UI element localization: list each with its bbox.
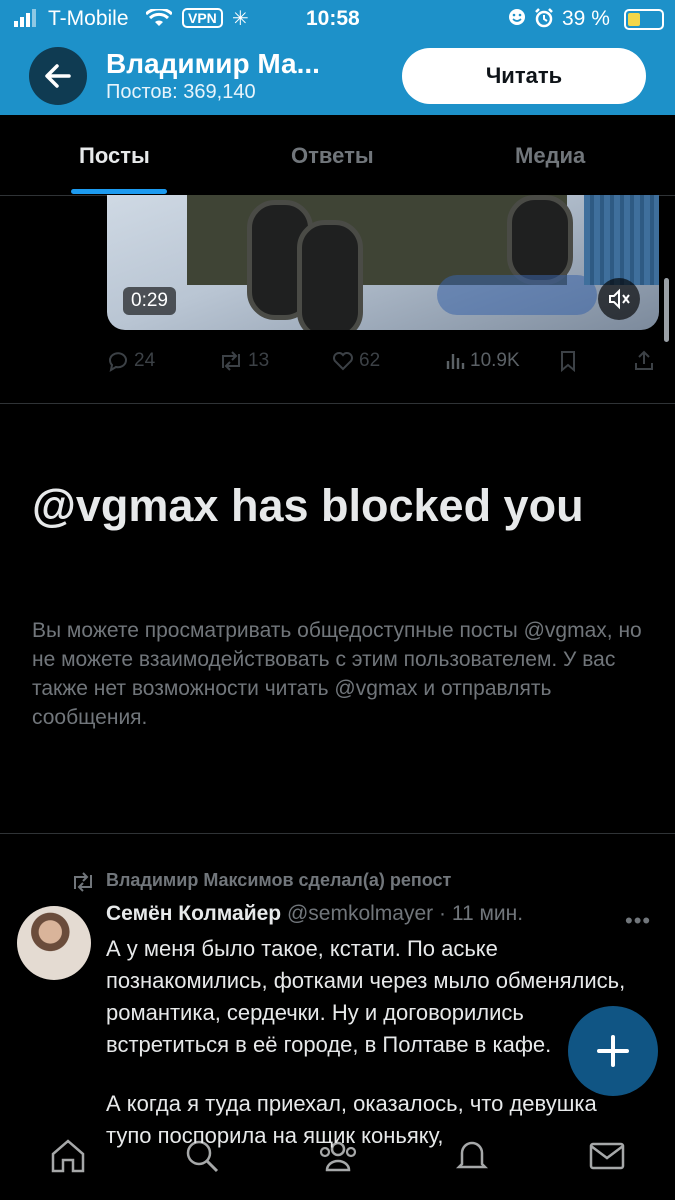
repost-action[interactable]: 13 (218, 349, 269, 373)
author-name: Семён Колмайер (106, 902, 282, 925)
active-tab-indicator (71, 189, 167, 194)
posts-count: Постов: 369,140 (106, 81, 256, 103)
clock: 10:58 (306, 7, 360, 30)
views-count: 10.9K (470, 350, 520, 371)
status-bar: T-Mobile VPN ✳ 10:58 39 % (0, 0, 675, 36)
video-frame-wheel (297, 220, 363, 330)
avatar[interactable] (17, 906, 91, 980)
alarm-icon (534, 8, 554, 34)
plus-icon (597, 1035, 629, 1067)
like-icon (333, 352, 353, 371)
reply-icon (109, 352, 127, 373)
repost-indicator-icon (70, 872, 96, 897)
repost-icon (222, 351, 240, 371)
tweet-text[interactable]: А у меня было такое, кстати. По аське по… (106, 933, 636, 1152)
video-duration: 0:29 (123, 287, 176, 315)
author-handle: @semkolmayer (286, 902, 434, 925)
tweet-time: · 11 мин. (439, 902, 524, 925)
video-frame-fence (584, 195, 659, 285)
profile-tabs: Посты Ответы Медиа (0, 115, 675, 196)
mute-icon (609, 288, 630, 310)
face-icon (508, 8, 526, 32)
search-tab[interactable] (182, 1136, 222, 1181)
mute-button[interactable] (598, 278, 640, 320)
share-button[interactable] (632, 349, 656, 373)
communities-icon (319, 1141, 357, 1172)
compose-button[interactable] (568, 1006, 658, 1096)
bookmark-icon (561, 351, 575, 373)
vpn-badge: VPN (182, 8, 223, 28)
notifications-tab[interactable] (452, 1136, 492, 1181)
wifi-icon (144, 7, 174, 33)
divider (0, 403, 675, 404)
like-count: 62 (359, 350, 381, 371)
activity-spinner-icon: ✳ (232, 8, 249, 30)
notifications-icon (455, 1141, 489, 1169)
blocked-title: @vgmax has blocked you (32, 480, 584, 531)
communities-tab[interactable] (316, 1136, 360, 1181)
scrollbar[interactable] (664, 278, 669, 342)
video-frame-snow (437, 275, 597, 315)
signal-icon (14, 9, 42, 33)
repost-label[interactable]: Владимир Максимов сделал(а) репост (106, 870, 451, 891)
blocked-description: Вы можете просматривать общедоступные по… (32, 619, 642, 729)
tweet-paragraph: А у меня было такое, кстати. По аське по… (106, 936, 626, 1057)
battery-percent: 39 % (562, 7, 610, 30)
back-button[interactable] (29, 47, 87, 105)
reply-count: 24 (134, 350, 156, 371)
home-icon (51, 1139, 85, 1173)
home-tab[interactable] (48, 1136, 88, 1181)
carrier-name: T-Mobile (48, 7, 129, 30)
divider (0, 833, 675, 834)
video-player[interactable] (107, 195, 659, 330)
bookmark-button[interactable] (557, 349, 579, 373)
tab-posts[interactable]: Посты (79, 143, 150, 169)
repost-count: 13 (248, 350, 270, 371)
tab-media[interactable]: Медиа (515, 143, 585, 169)
read-button[interactable]: Читать (402, 48, 646, 104)
tweet-author[interactable]: Семён Колмайер @semkolmayer · 11 мин. (106, 902, 523, 926)
battery-icon (624, 9, 664, 30)
views-action[interactable]: 10.9K (444, 349, 520, 373)
back-arrow-icon (45, 64, 71, 88)
more-options-icon[interactable]: ••• (625, 908, 651, 934)
share-icon (635, 350, 653, 370)
messages-icon (589, 1142, 625, 1170)
profile-name: Владимир Ма... (106, 48, 320, 79)
views-icon (446, 354, 465, 369)
messages-tab[interactable] (587, 1136, 627, 1181)
tab-replies[interactable]: Ответы (291, 143, 374, 169)
search-icon (186, 1140, 219, 1173)
reply-action[interactable]: 24 (106, 349, 155, 373)
video-frame-wheel (507, 195, 573, 285)
like-action[interactable]: 62 (331, 349, 380, 373)
